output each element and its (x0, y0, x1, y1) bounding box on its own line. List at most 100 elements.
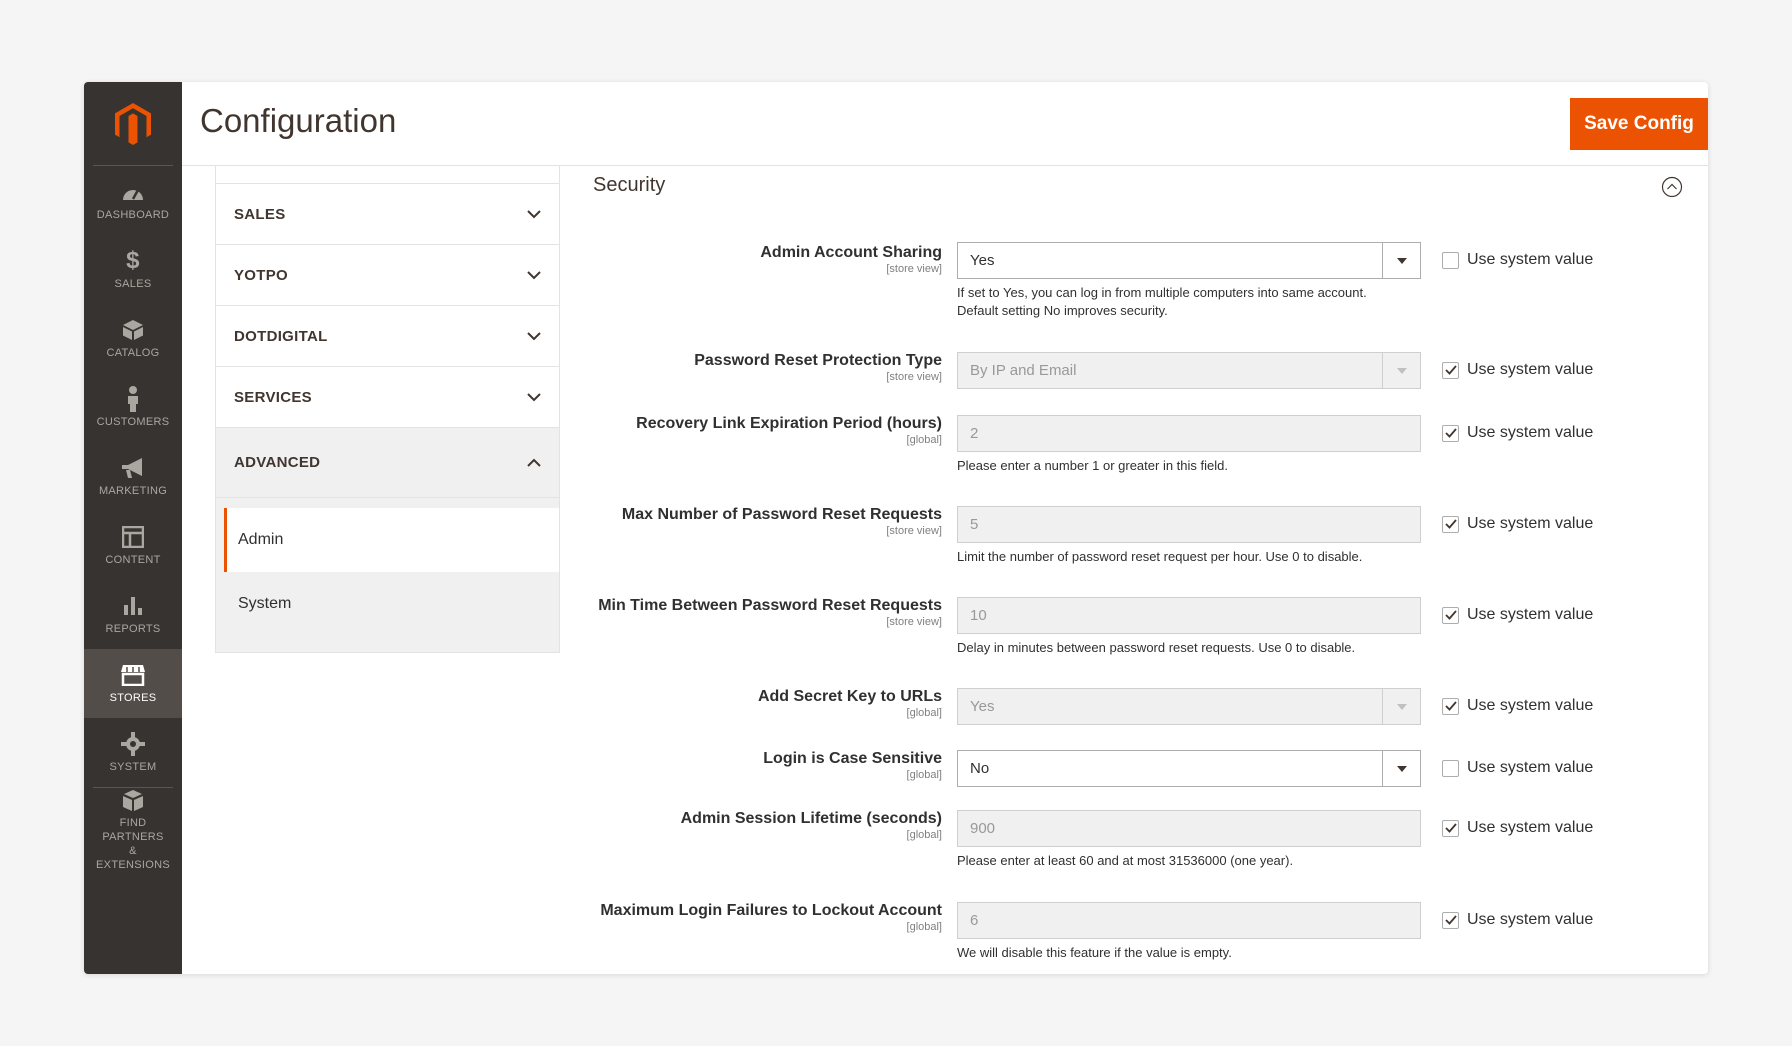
nav-customers[interactable]: CUSTOMERS (84, 373, 182, 442)
dropdown-arrow-icon (1382, 751, 1420, 786)
tab-sales[interactable]: SALES (215, 184, 560, 245)
field-scope: [global] (906, 829, 942, 841)
nav-content[interactable]: CONTENT (84, 511, 182, 580)
chevron-down-icon (527, 209, 541, 218)
config-tabs: SALES YOTPO DOTDIGITAL SERVICES ADVANCED… (215, 166, 560, 653)
input-value: 900 (970, 820, 996, 837)
submenu-item-system[interactable]: System (224, 572, 559, 636)
nav-sales[interactable]: $ SALES (84, 235, 182, 304)
nav-find-partners[interactable]: FIND PARTNERS & EXTENSIONS (93, 787, 173, 871)
tab-label: SERVICES (234, 388, 312, 406)
tab-label: YOTPO (234, 266, 289, 284)
bar-chart-icon (122, 593, 144, 619)
checkbox-label: Use system value (1467, 697, 1594, 714)
checkbox-checked-icon[interactable] (1442, 515, 1459, 533)
use-system-value-checkbox[interactable]: Use system value (1442, 697, 1593, 715)
nav-marketing[interactable]: MARKETING (84, 442, 182, 511)
nav-reports[interactable]: REPORTS (84, 580, 182, 649)
field-note: Limit the number of password reset reque… (957, 549, 1363, 564)
collapse-section-icon[interactable] (1661, 176, 1683, 203)
tab-advanced[interactable]: ADVANCED (215, 428, 560, 498)
admin-session-lifetime-input[interactable]: 900 (957, 810, 1421, 847)
advanced-submenu: Admin System (215, 498, 560, 653)
tab-yotpo[interactable]: YOTPO (215, 245, 560, 306)
checkbox-checked-icon[interactable] (1442, 424, 1459, 442)
field-scope: [store view] (886, 371, 942, 383)
checkbox-label: Use system value (1467, 759, 1594, 776)
nav-label: DASHBOARD (96, 209, 170, 221)
checkbox-checked-icon[interactable] (1442, 361, 1459, 379)
nav-label: CONTENT (105, 554, 161, 566)
use-system-value-checkbox[interactable]: Use system value (1442, 251, 1593, 269)
submenu-item-admin[interactable]: Admin (224, 508, 559, 572)
nav-dashboard[interactable]: DASHBOARD (84, 166, 182, 235)
field-label: Maximum Login Failures to Lockout Accoun… (600, 902, 942, 919)
checkbox-checked-icon[interactable] (1442, 911, 1459, 929)
use-system-value-checkbox[interactable]: Use system value (1442, 819, 1593, 837)
nav-label: REPORTS (105, 623, 161, 635)
chevron-up-icon (527, 458, 541, 467)
login-case-sensitive-select[interactable]: No (957, 750, 1421, 787)
recovery-link-expiration-input[interactable]: 2 (957, 415, 1421, 452)
add-secret-key-select[interactable]: Yes (957, 688, 1421, 725)
field-scope: [global] (906, 707, 942, 719)
magento-logo-icon (115, 102, 151, 145)
gear-icon (121, 731, 145, 757)
input-value: 5 (970, 516, 979, 533)
use-system-value-checkbox[interactable]: Use system value (1442, 759, 1593, 777)
password-reset-protection-select[interactable]: By IP and Email (957, 352, 1421, 389)
note-line: If set to Yes, you can log in from multi… (957, 285, 1367, 300)
checkbox-label: Use system value (1467, 911, 1594, 928)
field-scope: [global] (906, 434, 942, 446)
use-system-value-checkbox[interactable]: Use system value (1442, 361, 1593, 379)
nav-catalog[interactable]: CATALOG (84, 304, 182, 373)
nav-label: STORES (109, 692, 157, 704)
dropdown-arrow-icon (1382, 689, 1420, 724)
nav-label: SALES (114, 278, 152, 290)
field-scope: [global] (906, 921, 942, 933)
tab-services[interactable]: SERVICES (215, 367, 560, 428)
nav-label: CATALOG (106, 347, 160, 359)
nav-system[interactable]: SYSTEM (84, 718, 182, 787)
field-note: If set to Yes, you can log in from multi… (957, 284, 1437, 320)
admin-account-sharing-select[interactable]: Yes (957, 242, 1421, 279)
field-label: Admin Session Lifetime (seconds) (680, 810, 942, 827)
min-time-between-requests-input[interactable]: 10 (957, 597, 1421, 634)
tab-dotdigital[interactable]: DOTDIGITAL (215, 306, 560, 367)
checkbox-checked-icon[interactable] (1442, 697, 1459, 715)
use-system-value-checkbox[interactable]: Use system value (1442, 606, 1593, 624)
save-config-button[interactable]: Save Config (1570, 98, 1708, 150)
use-system-value-checkbox[interactable]: Use system value (1442, 424, 1593, 442)
checkbox-label: Use system value (1467, 819, 1594, 836)
checkbox-checked-icon[interactable] (1442, 606, 1459, 624)
nav-label: CUSTOMERS (96, 416, 170, 428)
layout-icon (122, 524, 144, 550)
page-header: Configuration Save Config (182, 82, 1708, 166)
tab-label: SALES (234, 205, 286, 223)
main-navigation: DASHBOARD $ SALES CATALOG CUSTOMERS MARK… (84, 82, 182, 974)
field-label: Max Number of Password Reset Requests (621, 506, 942, 523)
dollar-icon: $ (126, 247, 140, 274)
nav-label: MARKETING (98, 485, 168, 497)
field-label: Login is Case Sensitive (763, 750, 942, 767)
field-note: Please enter at least 60 and at most 315… (957, 853, 1294, 868)
store-icon (120, 662, 146, 688)
max-login-failures-input[interactable]: 6 (957, 902, 1421, 939)
magento-logo[interactable] (93, 82, 173, 166)
checkbox-unchecked[interactable] (1442, 759, 1459, 777)
use-system-value-checkbox[interactable]: Use system value (1442, 911, 1593, 929)
checkbox-checked-icon[interactable] (1442, 819, 1459, 837)
checkbox-label: Use system value (1467, 424, 1594, 441)
note-line: Default setting No improves security. (957, 303, 1168, 318)
chevron-down-icon (527, 331, 541, 340)
dashboard-icon (121, 179, 145, 205)
checkbox-label: Use system value (1467, 606, 1594, 623)
field-label: Min Time Between Password Reset Requests (598, 597, 942, 614)
checkbox-unchecked[interactable] (1442, 251, 1459, 269)
section-title: Security (593, 174, 666, 196)
select-value: Yes (970, 252, 995, 269)
use-system-value-checkbox[interactable]: Use system value (1442, 515, 1593, 533)
field-label: Recovery Link Expiration Period (hours) (636, 415, 942, 432)
max-reset-requests-input[interactable]: 5 (957, 506, 1421, 543)
nav-stores[interactable]: STORES (84, 649, 182, 718)
